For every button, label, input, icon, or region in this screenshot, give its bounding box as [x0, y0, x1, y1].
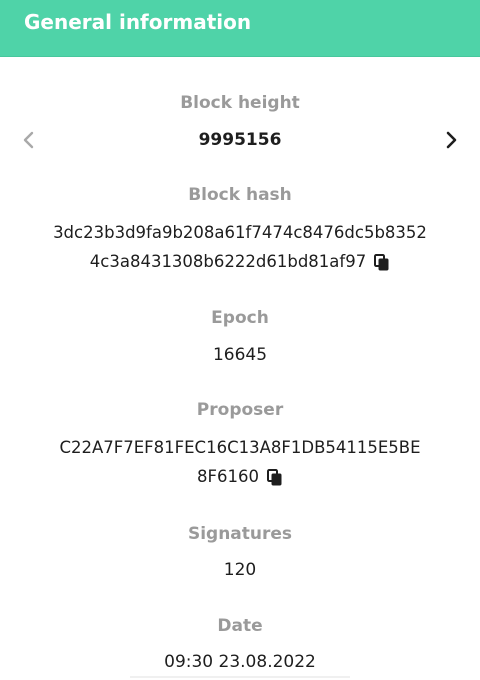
date-label: Date [217, 616, 263, 636]
card-header: General information [0, 0, 480, 57]
proposer-label: Proposer [196, 400, 284, 420]
general-information-card: General information Block height 9995156… [0, 0, 480, 680]
epoch-label: Epoch [211, 308, 269, 328]
proposer-line-2: 8F6160 [197, 467, 259, 486]
block-hash-line-2: 4c3a8431308b6222d61bd81af97 [89, 252, 367, 271]
signatures-label: Signatures [187, 524, 293, 544]
card-title: General information [24, 10, 252, 34]
signatures-value: 120 [223, 560, 257, 580]
block-height-label: Block height [180, 93, 300, 113]
chevron-right-icon [446, 131, 457, 149]
date-value: 09:30 23.08.2022 [164, 652, 316, 672]
copy-icon [266, 468, 282, 485]
copy-icon [374, 253, 389, 270]
bottom-divider [130, 676, 350, 678]
block-hash-label: Block hash [188, 185, 292, 205]
proposer-line-2-row: 8F6160 [0, 466, 480, 488]
copy-proposer-button[interactable] [266, 468, 283, 487]
proposer-line-1: C22A7F7EF81FEC16C13A8F1DB54115E5BE [59, 438, 421, 457]
next-block-button[interactable] [440, 127, 462, 153]
block-hash-line-1: 3dc23b3d9fa9b208a61f7474c8476dc5b8352 [53, 223, 427, 242]
block-hash-line-2-row: 4c3a8431308b6222d61bd81af97 [0, 251, 480, 273]
block-height-value: 9995156 [198, 130, 282, 150]
epoch-value: 16645 [212, 345, 268, 365]
copy-block-hash-button[interactable] [374, 253, 390, 272]
